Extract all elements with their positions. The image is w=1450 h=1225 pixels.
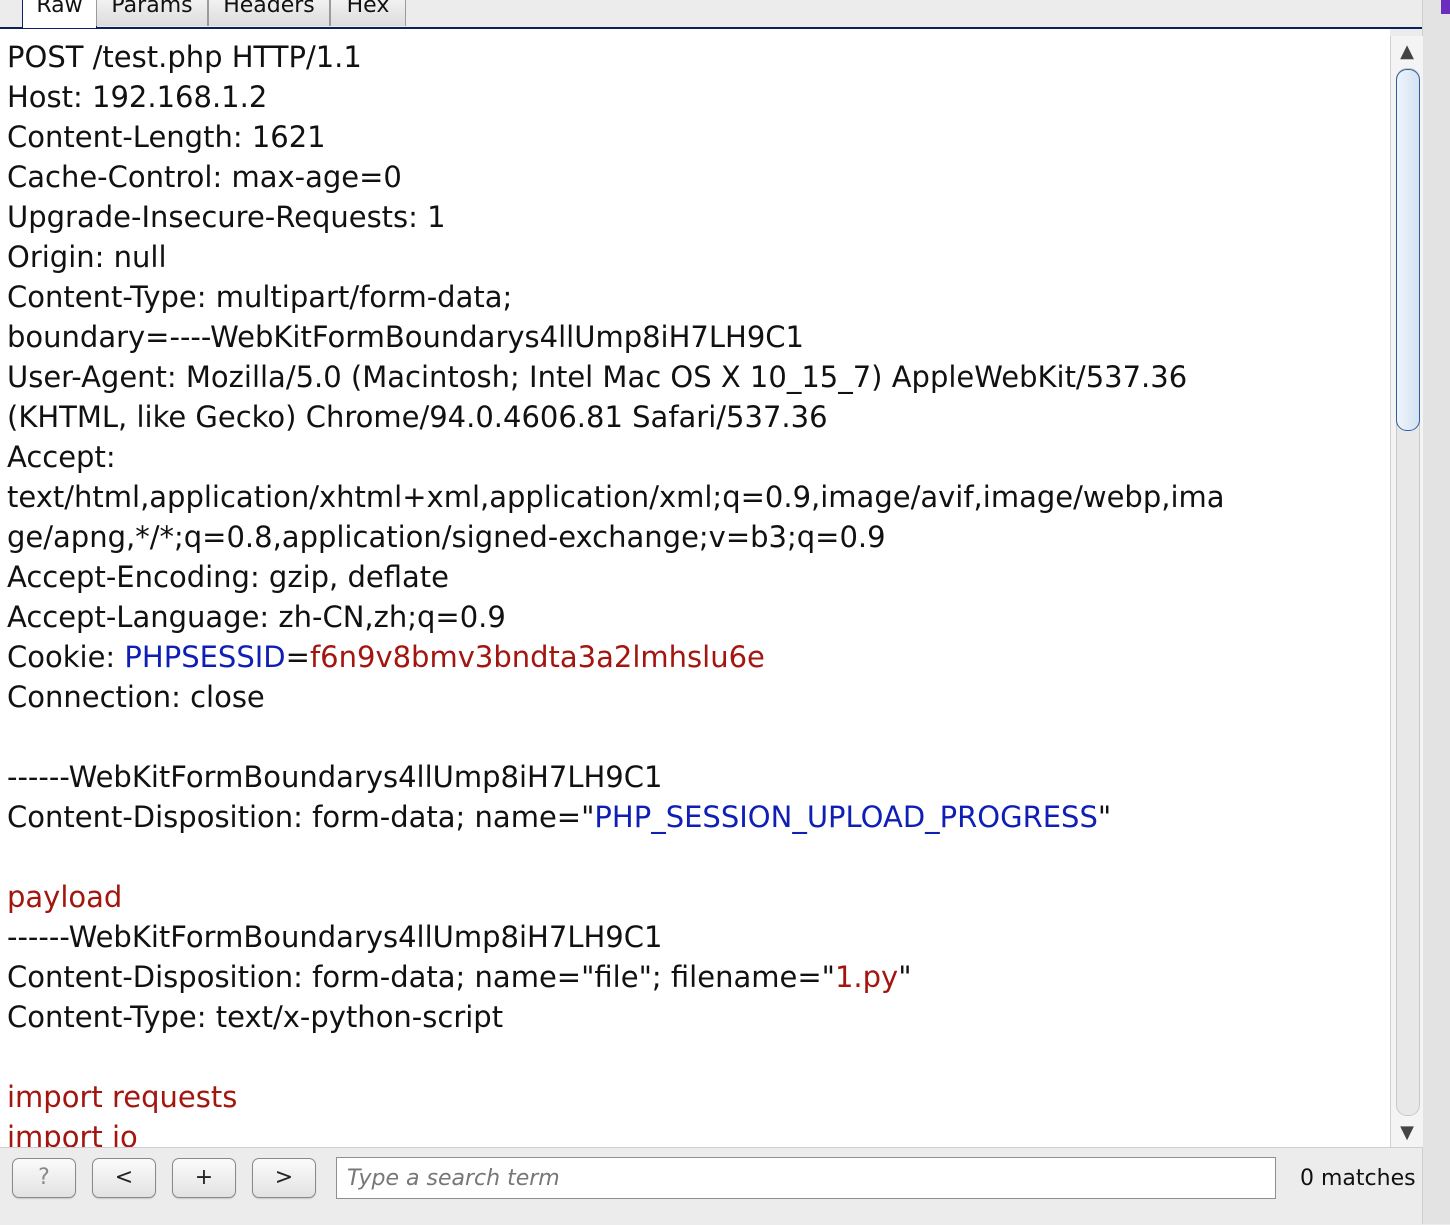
request-line: Cache-Control: max-age=0	[7, 157, 1225, 197]
request-line: (KHTML, like Gecko) Chrome/94.0.4606.81 …	[7, 397, 1225, 437]
next-match-button[interactable]: >	[252, 1158, 316, 1198]
tab-headers[interactable]: Headers	[208, 0, 330, 26]
request-text-segment: =	[285, 640, 310, 674]
request-text-segment: f6n9v8bmv3bndta3a2lmhslu6e	[309, 640, 765, 674]
request-text-segment: Host: 192.168.1.2	[7, 80, 268, 114]
request-text-segment: "	[898, 960, 912, 994]
request-line: ge/apng,*/*;q=0.8,application/signed-exc…	[7, 517, 1225, 557]
request-text-segment: Content-Disposition: form-data; name="fi…	[7, 960, 835, 994]
request-line: ------WebKitFormBoundarys4llUmp8iH7LH9C1	[7, 757, 1225, 797]
accent-marker	[1441, 0, 1450, 14]
request-text-segment: Content-Type: multipart/form-data;	[7, 280, 513, 314]
request-text-segment: PHPSESSID	[124, 640, 286, 674]
scrollbar-track[interactable]	[1396, 68, 1420, 1116]
request-text-segment: Accept:	[7, 440, 116, 474]
request-text-segment: Cache-Control: max-age=0	[7, 160, 402, 194]
request-text-segment: Cookie:	[7, 640, 125, 674]
request-text-segment: (KHTML, like Gecko) Chrome/94.0.4606.81 …	[7, 400, 828, 434]
request-text-segment: import requests	[7, 1080, 238, 1114]
window-edge	[1422, 0, 1450, 1224]
request-line: Upgrade-Insecure-Requests: 1	[7, 197, 1225, 237]
tab-raw[interactable]: Raw	[22, 0, 97, 28]
tab-hex[interactable]: Hex	[330, 0, 406, 26]
request-text-segment: Upgrade-Insecure-Requests: 1	[7, 200, 446, 234]
request-text-segment: "	[1097, 800, 1112, 834]
match-count: 0 matches	[1300, 1166, 1416, 1191]
request-text-segment: boundary=----WebKitFormBoundarys4llUmp8i…	[7, 320, 804, 354]
request-line: Content-Type: multipart/form-data;	[7, 277, 1225, 317]
request-line: payload	[7, 877, 1225, 917]
request-text-segment: Connection: close	[7, 680, 265, 714]
scrollbar-thumb[interactable]	[1396, 69, 1420, 431]
request-text-segment: ------WebKitFormBoundarys4llUmp8iH7LH9C1	[7, 760, 663, 794]
request-line: Accept-Encoding: gzip, deflate	[7, 557, 1225, 597]
request-line	[7, 1037, 1225, 1077]
request-text-segment: payload	[7, 880, 123, 914]
request-text-segment: Accept-Language: zh-CN,zh;q=0.9	[7, 600, 506, 634]
request-text-segment: ge/apng,*/*;q=0.8,application/signed-exc…	[7, 520, 886, 554]
request-line: Host: 192.168.1.2	[7, 77, 1225, 117]
vertical-scrollbar[interactable]: ▲ ▼	[1390, 36, 1423, 1147]
request-line: User-Agent: Mozilla/5.0 (Macintosh; Inte…	[7, 357, 1225, 397]
request-line: Cookie: PHPSESSID=f6n9v8bmv3bndta3a2lmhs…	[7, 637, 1225, 677]
scroll-down-arrow-icon[interactable]: ▼	[1395, 1121, 1419, 1145]
request-line	[7, 837, 1225, 877]
request-line: Content-Length: 1621	[7, 117, 1225, 157]
request-text-segment: PHP_SESSION_UPLOAD_PROGRESS	[594, 800, 1098, 834]
request-text-segment: Content-Disposition: form-data; name="	[7, 800, 595, 834]
request-line: import io	[7, 1117, 1225, 1147]
request-text-segment: Content-Length: 1621	[7, 120, 326, 154]
request-text-segment: ------WebKitFormBoundarys4llUmp8iH7LH9C1	[7, 920, 663, 954]
request-line: import requests	[7, 1077, 1225, 1117]
request-text-segment: Content-Type: text/x-python-script	[7, 1000, 504, 1034]
search-bar: ? < + > 0 matches	[0, 1147, 1422, 1225]
request-editor[interactable]: POST /test.php HTTP/1.1 Host: 192.168.1.2…	[0, 29, 1390, 1147]
request-text-segment: User-Agent: Mozilla/5.0 (Macintosh; Inte…	[7, 360, 1188, 394]
request-line: Connection: close	[7, 677, 1225, 717]
request-line: Accept:	[7, 437, 1225, 477]
request-line: Content-Disposition: form-data; name="PH…	[7, 797, 1225, 837]
add-search-option-button[interactable]: +	[172, 1158, 236, 1198]
help-button[interactable]: ?	[12, 1158, 76, 1198]
request-line: Content-Type: text/x-python-script	[7, 997, 1225, 1037]
request-line: Origin: null	[7, 237, 1225, 277]
tab-params[interactable]: Params	[96, 0, 208, 26]
request-line: text/html,application/xhtml+xml,applicat…	[7, 477, 1225, 517]
previous-match-button[interactable]: <	[92, 1158, 156, 1198]
request-line: ------WebKitFormBoundarys4llUmp8iH7LH9C1	[7, 917, 1225, 957]
request-text-segment: import io	[7, 1120, 138, 1147]
request-text-segment: Accept-Encoding: gzip, deflate	[7, 560, 449, 594]
request-line: Accept-Language: zh-CN,zh;q=0.9	[7, 597, 1225, 637]
request-text-segment: POST /test.php HTTP/1.1	[7, 40, 362, 74]
scroll-up-arrow-icon[interactable]: ▲	[1395, 40, 1419, 64]
search-input[interactable]	[336, 1157, 1276, 1199]
request-line: boundary=----WebKitFormBoundarys4llUmp8i…	[7, 317, 1225, 357]
tab-bar: Raw Params Headers Hex	[0, 0, 1422, 29]
request-text[interactable]: POST /test.php HTTP/1.1 Host: 192.168.1.2…	[7, 37, 1225, 1147]
request-line: Content-Disposition: form-data; name="fi…	[7, 957, 1225, 997]
request-line	[7, 717, 1225, 757]
request-line: POST /test.php HTTP/1.1	[7, 37, 1225, 77]
request-text-segment: Origin: null	[7, 240, 167, 274]
request-text-segment: text/html,application/xhtml+xml,applicat…	[7, 480, 1225, 514]
request-text-segment: 1.py	[834, 960, 899, 994]
